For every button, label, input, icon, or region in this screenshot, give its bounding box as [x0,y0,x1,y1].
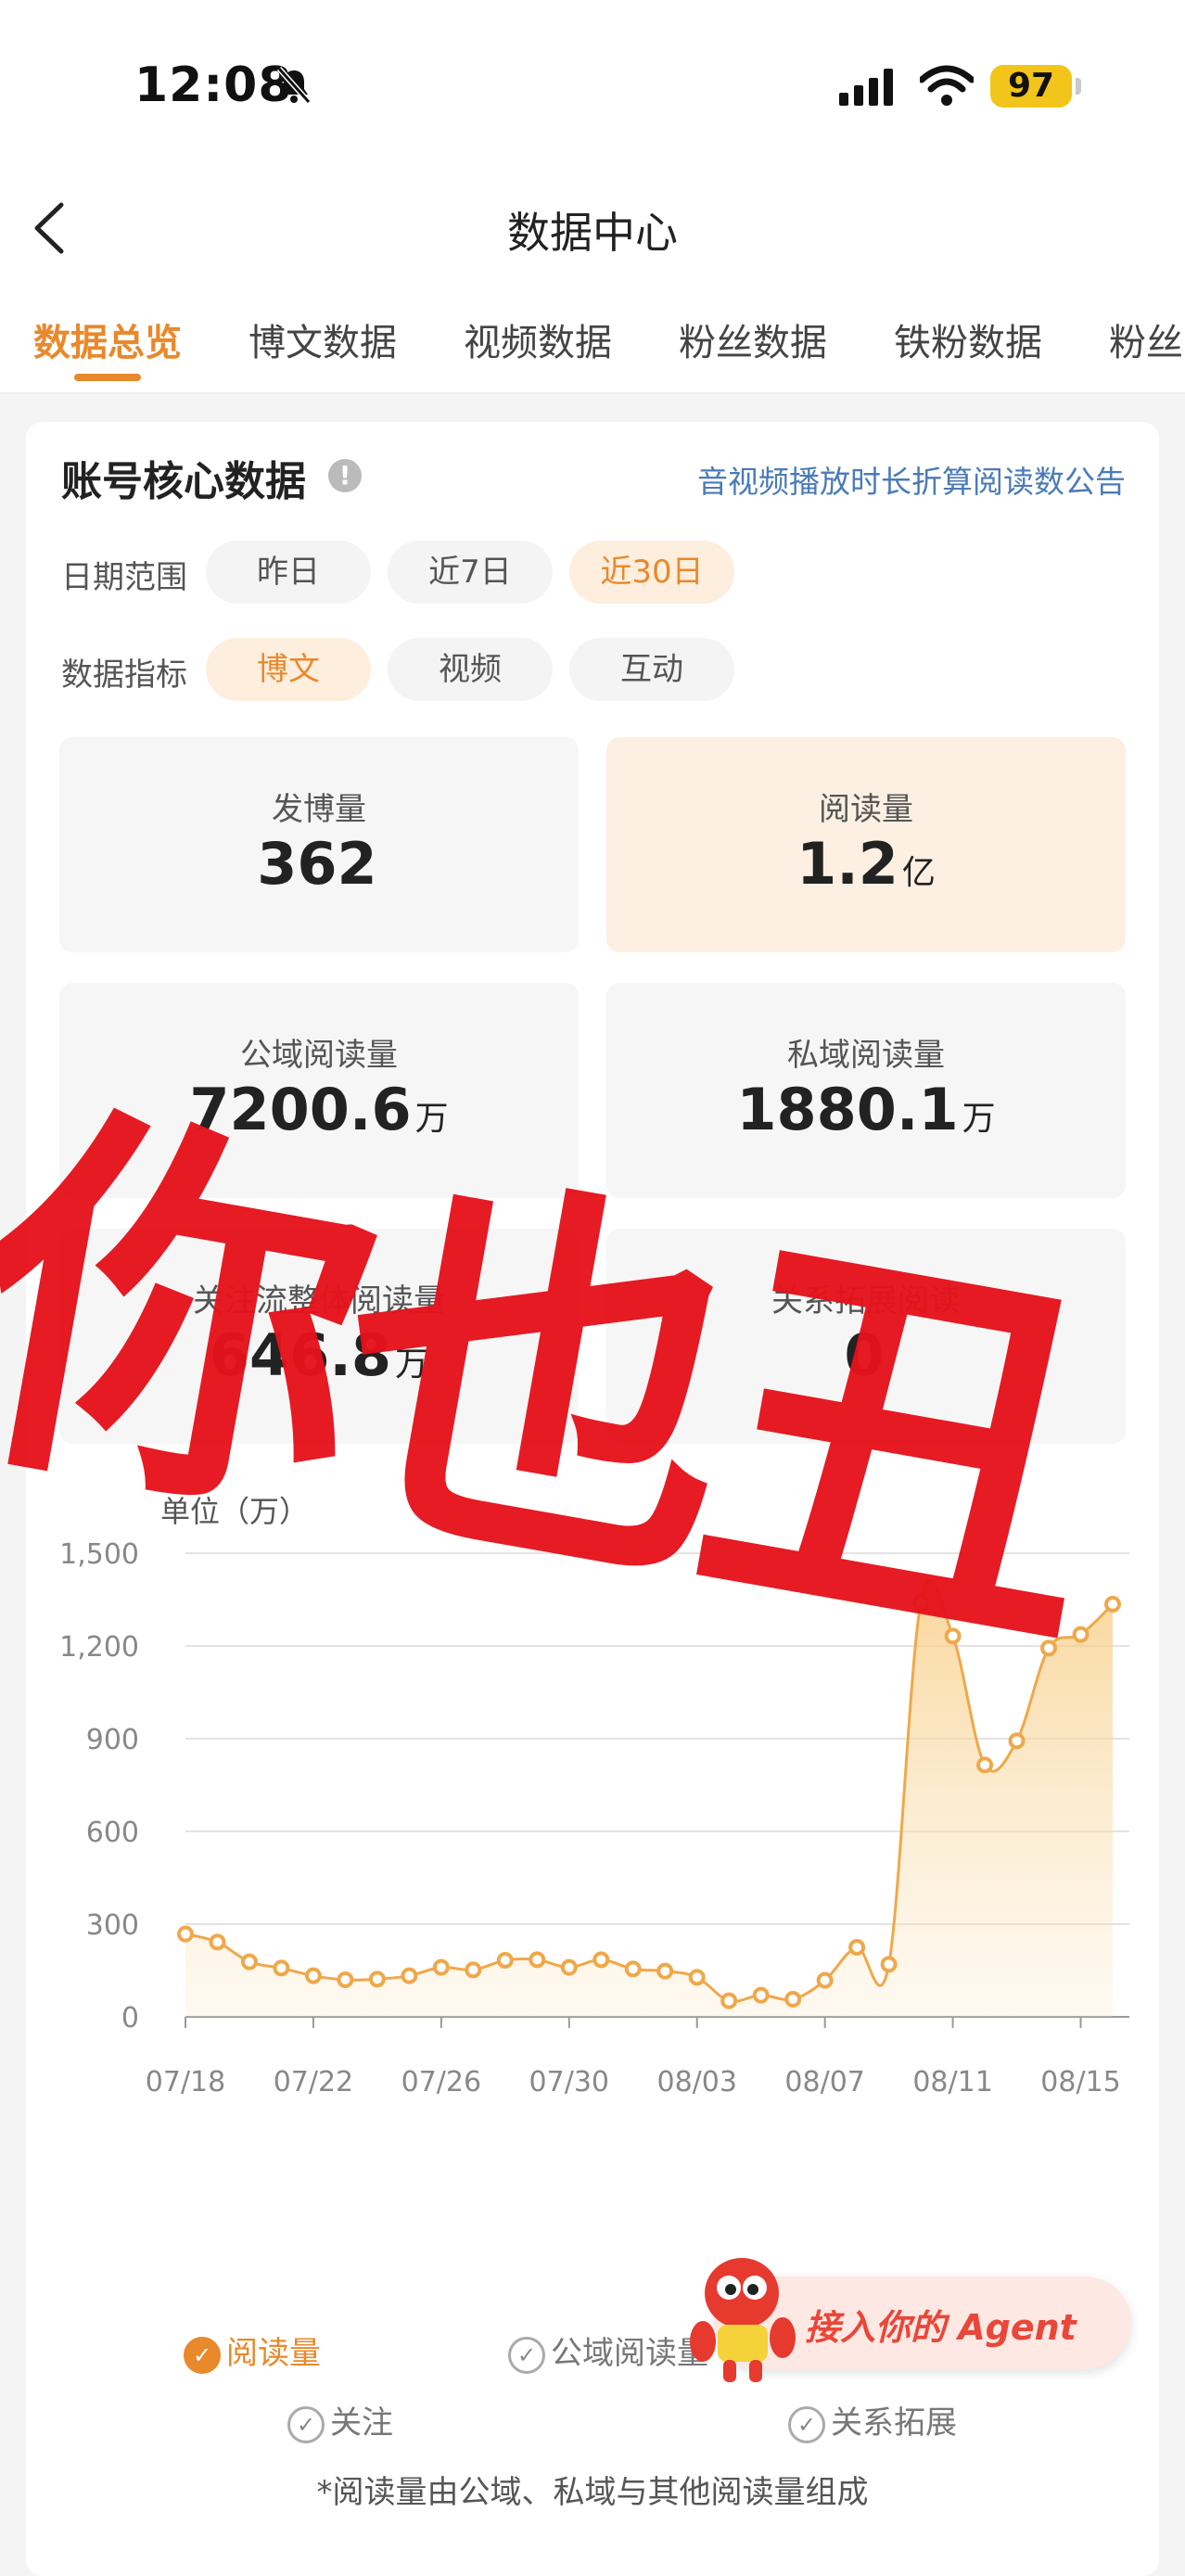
data-point [752,1986,770,2004]
signal-icon [839,69,893,106]
data-point [592,1951,610,1969]
x-tick-label: 07/26 [401,2066,481,2098]
metric-option-interaction[interactable]: 互动 [569,638,734,701]
x-tick-label: 07/18 [146,2066,225,2098]
nav-bar: 数据中心 [0,162,1185,292]
tab-iron-fans-data[interactable]: 铁粉数据 [894,312,1042,366]
data-point [816,1971,834,1989]
metric-post-count: 发博量 362 [59,737,579,952]
check-icon: ✓ [287,2405,325,2443]
tab-video-data[interactable]: 视频数据 [464,312,612,366]
data-point [784,1991,802,2008]
data-point [720,1992,738,2009]
battery-indicator: 97 [990,65,1072,108]
data-point [368,1970,386,1988]
agent-banner-text: 接入你的 Agent [805,2307,1077,2348]
x-tick-label: 08/11 [912,2066,992,2098]
date-option-30d[interactable]: 近30日 [569,541,734,604]
metric-label: 阅读量 [819,791,913,828]
data-point [240,1953,258,1970]
card-title: 账号核心数据 [61,458,306,505]
notice-link[interactable]: 音视频播放时长折算阅读数公告 [697,457,1126,502]
data-point [848,1939,866,1956]
y-tick-label: 600 [86,1817,139,1849]
x-tick-label: 08/07 [784,2066,864,2098]
date-range-label: 日期范围 [61,559,187,596]
footnote: *阅读量由公域、私域与其他阅读量组成 [316,2474,869,2511]
metric-value: 362 [257,830,377,898]
data-point [432,1958,450,1976]
data-point [401,1967,418,1984]
mascot-icon[interactable] [684,2249,805,2388]
x-tick-label: 07/30 [529,2066,609,2098]
data-point [1104,1596,1121,1613]
y-tick-label: 300 [86,1909,139,1942]
metric-value: 1.2 亿 [796,830,936,898]
x-tick-label: 07/22 [274,2066,353,2098]
wifi-icon [920,65,974,106]
metric-type-label: 数据指标 [61,657,187,694]
y-tick-label: 1,200 [59,1631,139,1664]
data-point [656,1962,674,1980]
data-point [624,1960,642,1978]
data-point [209,1933,226,1951]
data-point [304,1967,322,1984]
tab-bar: 数据总览 博文数据 视频数据 粉丝数据 铁粉数据 粉丝 [0,292,1185,394]
battery-cap [1076,78,1081,95]
data-point [496,1952,514,1969]
y-tick-label: 900 [86,1724,139,1756]
info-icon[interactable]: ! [328,459,362,492]
data-point [688,1969,706,1986]
data-point [1008,1732,1026,1750]
page-title: 数据中心 [507,208,678,258]
metric-read-count: 阅读量 1.2 亿 [606,737,1126,952]
check-icon: ✓ [788,2405,825,2443]
tab-active-indicator [74,374,141,381]
tab-fans-data[interactable]: 粉丝数据 [679,312,827,366]
data-point [177,1925,194,1943]
data-point [465,1961,482,1979]
status-bar: 12:08 97 [0,0,1185,162]
data-point [273,1959,290,1977]
date-option-yesterday[interactable]: 昨日 [206,541,371,604]
data-point [529,1951,546,1969]
data-point [1072,1626,1089,1643]
tab-overview[interactable]: 数据总览 [33,312,182,366]
data-point [976,1756,994,1774]
metric-option-video[interactable]: 视频 [388,638,553,701]
tab-post-data[interactable]: 博文数据 [248,312,397,366]
check-icon: ✓ [508,2336,545,2374]
check-icon: ✓ [184,2336,221,2374]
x-tick-label: 08/15 [1040,2066,1120,2098]
metric-label: 发博量 [272,791,366,828]
data-point [880,1956,898,1973]
tab-fans-more[interactable]: 粉丝 [1109,312,1183,366]
data-point [337,1971,354,1988]
status-time: 12:08 [134,57,293,113]
y-tick-label: 0 [121,2002,139,2034]
bell-slash-icon [276,67,312,104]
legend-relation[interactable]: ✓ 关系拓展 [788,2397,957,2443]
date-option-7d[interactable]: 近7日 [388,541,553,604]
metric-option-post[interactable]: 博文 [206,638,371,701]
legend-read[interactable]: ✓ 阅读量 [184,2327,321,2374]
legend-follow[interactable]: ✓ 关注 [287,2397,393,2443]
x-tick-label: 08/03 [656,2066,736,2098]
data-point [560,1958,578,1976]
watermark-overlay: 你也丑 [0,974,1178,1703]
legend-public-read[interactable]: ✓ 公域阅读量 [508,2327,708,2374]
